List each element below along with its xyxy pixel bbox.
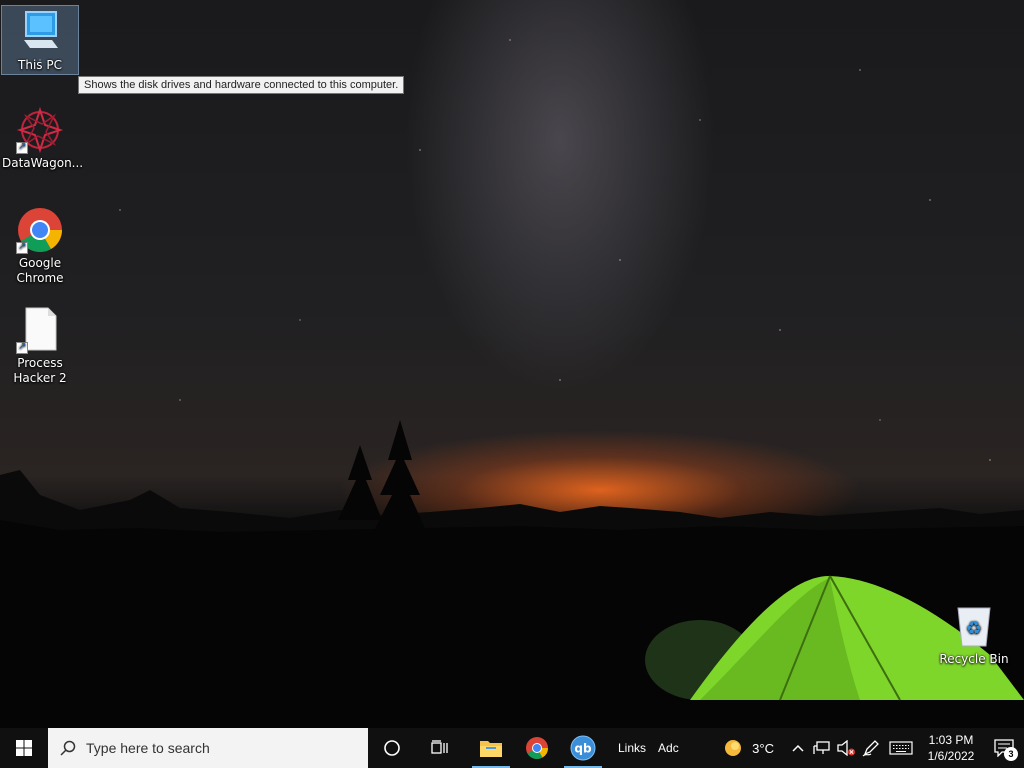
desktop-icon-this-pc[interactable]: This PC: [1, 5, 79, 75]
desktop-icon-datawagon[interactable]: DataWagon...: [2, 104, 84, 171]
recycle-bin-icon: ♻: [950, 602, 998, 650]
keyboard-icon: [889, 741, 913, 755]
chevron-up-icon: [792, 744, 804, 752]
taskbar-app-file-explorer[interactable]: [468, 728, 514, 768]
network-icon: [813, 741, 830, 754]
action-center-button[interactable]: 3: [984, 728, 1024, 768]
toolbar-address[interactable]: Adc: [652, 741, 685, 755]
chrome-icon: [16, 206, 64, 254]
desktop-icon-google-chrome[interactable]: Google Chrome: [2, 204, 78, 286]
wallpaper-landscape: [0, 420, 1024, 730]
start-button[interactable]: [0, 728, 48, 768]
taskbar: Type here to search qb Links Adc 3°C 1:0…: [0, 728, 1024, 768]
desktop-icon-label: This PC: [18, 58, 62, 72]
taskbar-search-box[interactable]: Type here to search: [48, 728, 368, 768]
search-placeholder: Type here to search: [86, 740, 210, 756]
desktop-icon-process-hacker[interactable]: Process Hacker 2: [2, 304, 78, 386]
windows-logo-icon: [16, 740, 32, 756]
folder-icon: [480, 741, 502, 757]
task-view-icon: [431, 740, 448, 754]
desktop-icon-label: Process Hacker 2: [13, 356, 67, 385]
datawagon-icon: [16, 106, 64, 154]
touch-keyboard-button[interactable]: [884, 728, 918, 768]
pen-icon: [862, 740, 879, 757]
weather-temperature: 3°C: [752, 740, 774, 756]
qbittorrent-icon: qb: [570, 735, 596, 761]
taskbar-app-qbittorrent[interactable]: qb: [560, 728, 606, 768]
desktop-icon-label: DataWagon...: [2, 156, 84, 170]
svg-text:qb: qb: [574, 742, 592, 756]
task-view-button[interactable]: [416, 728, 464, 768]
shortcut-arrow-icon: [16, 339, 28, 354]
chrome-icon: [526, 737, 548, 759]
system-tray: 3°C 1:03 PM 1/6/2022 3: [718, 728, 1024, 768]
clock-date: 1/6/2022: [927, 749, 975, 763]
shortcut-arrow-icon: [16, 139, 28, 154]
cortana-icon: [384, 740, 400, 756]
network-button[interactable]: [810, 728, 834, 768]
toolbar-links[interactable]: Links: [612, 741, 652, 755]
show-hidden-icons-button[interactable]: [786, 728, 810, 768]
computer-icon: [16, 8, 64, 56]
clock[interactable]: 1:03 PM 1/6/2022: [918, 728, 984, 768]
tooltip: Shows the disk drives and hardware conne…: [78, 76, 405, 94]
desktop-icon-label: Google Chrome: [16, 256, 64, 285]
clock-time: 1:03 PM: [928, 733, 974, 747]
search-icon: [60, 740, 76, 756]
volume-muted-icon: [837, 740, 855, 756]
volume-button[interactable]: [834, 728, 858, 768]
weather-sun-icon: [725, 740, 742, 756]
shortcut-arrow-icon: [16, 239, 28, 254]
svg-text:♻: ♻: [966, 618, 982, 639]
weather-widget[interactable]: 3°C: [718, 728, 778, 768]
taskbar-app-chrome[interactable]: [514, 728, 560, 768]
cortana-button[interactable]: [368, 728, 416, 768]
notification-count-badge: 3: [1004, 747, 1018, 761]
desktop-icon-recycle-bin[interactable]: ♻ Recycle Bin: [936, 600, 1012, 667]
document-icon: [16, 306, 64, 354]
pen-workspace-button[interactable]: [858, 728, 884, 768]
desktop-icon-label: Recycle Bin: [939, 652, 1009, 666]
